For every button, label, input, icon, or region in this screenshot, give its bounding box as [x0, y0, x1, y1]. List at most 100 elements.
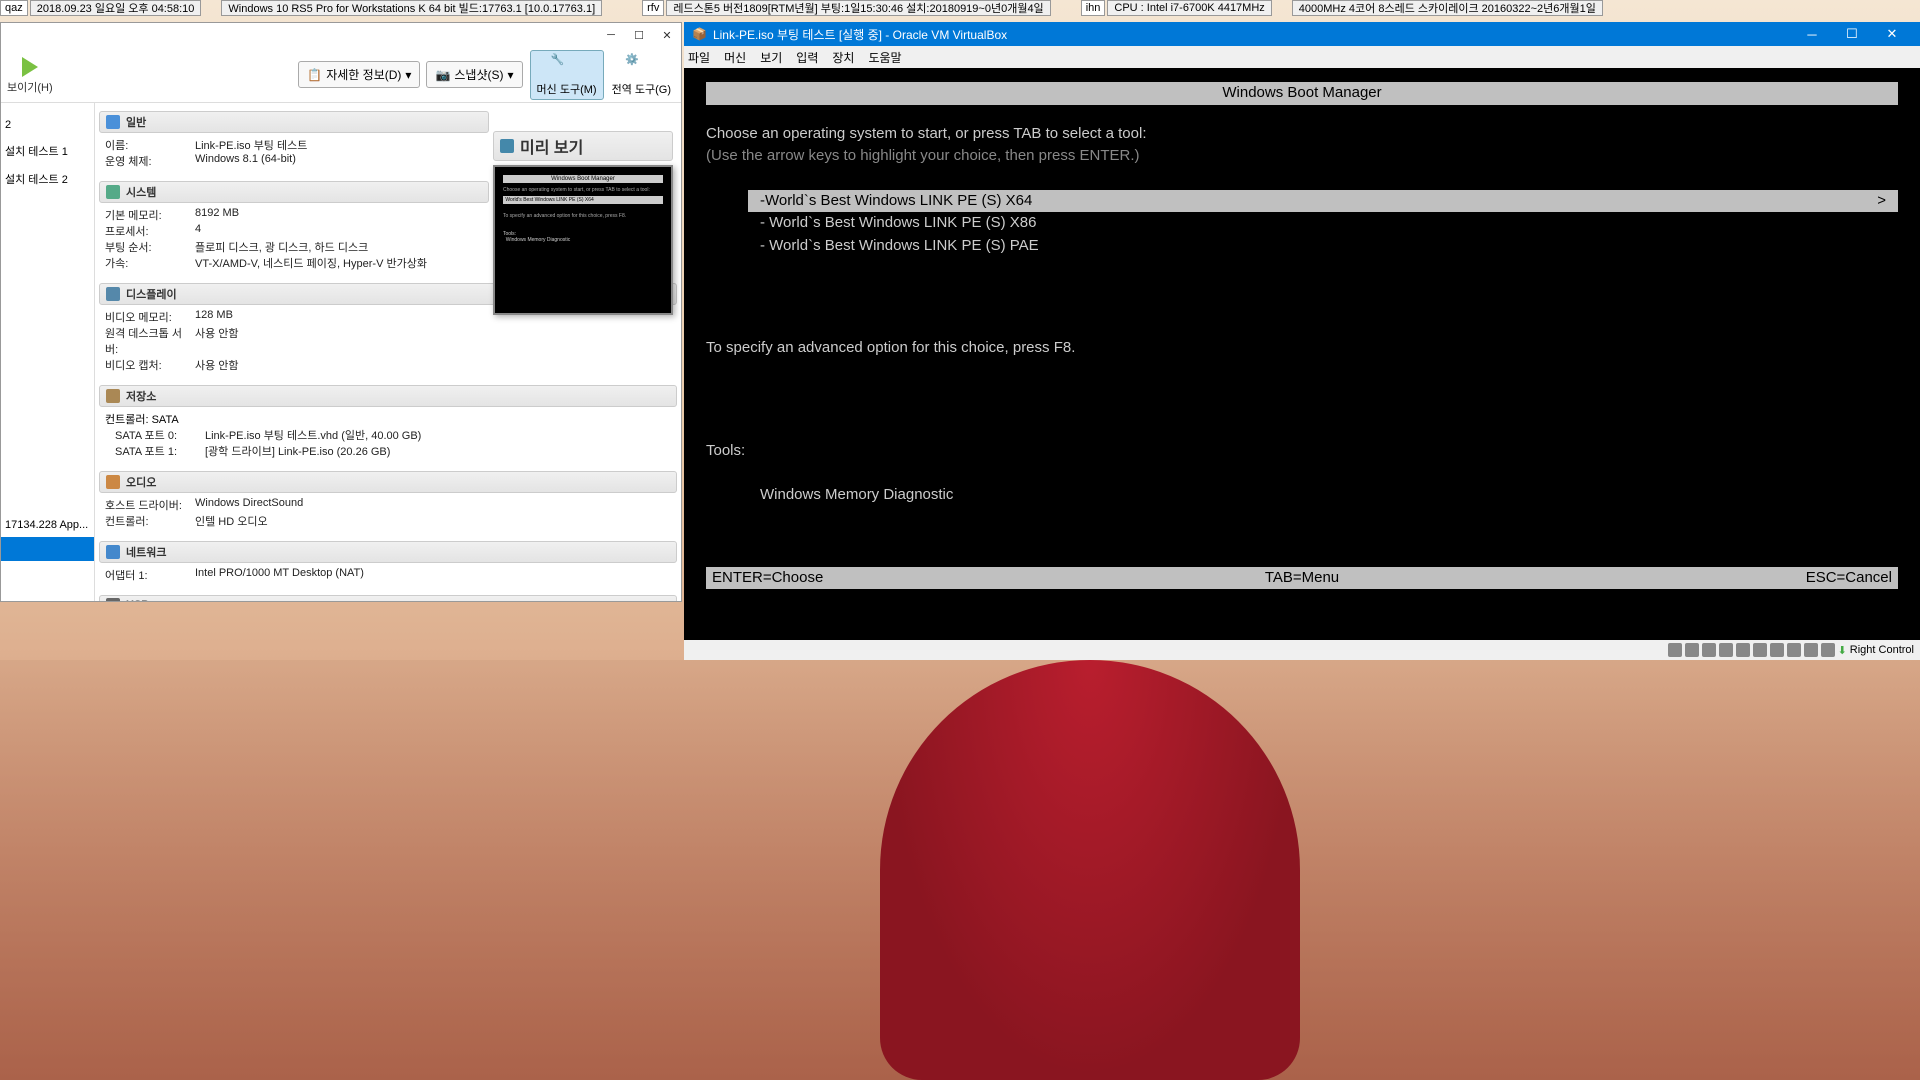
- sidebar-item-selected[interactable]: [1, 537, 94, 561]
- kv-key: 프로세서:: [105, 223, 195, 239]
- sidebar-item-1[interactable]: 설치 테스트 1: [1, 137, 94, 165]
- status-optical-icon[interactable]: [1685, 643, 1699, 657]
- infobar-label-0: qaz: [0, 0, 28, 16]
- boot-option-1[interactable]: - World`s Best Windows LINK PE (S) X86: [748, 212, 1898, 235]
- section-title: 시스템: [126, 184, 156, 200]
- start-vm-button[interactable]: 보이기(H): [7, 55, 53, 95]
- section-general[interactable]: 일반: [99, 111, 489, 133]
- storage-controller: 컨트롤러: SATA: [105, 411, 671, 427]
- status-usb-icon[interactable]: [1736, 643, 1750, 657]
- sidebar-item-3[interactable]: 17134.228 App...: [1, 513, 94, 537]
- storage-icon: [106, 389, 120, 403]
- menu-machine[interactable]: 머신: [724, 49, 746, 66]
- menu-help[interactable]: 도움말: [868, 49, 901, 66]
- vm-close-button[interactable]: ✕: [1872, 22, 1912, 46]
- boot-tools-label: Tools:: [706, 440, 1898, 463]
- kv-val: Windows 8.1 (64-bit): [195, 153, 483, 169]
- kv-key: 비디오 메모리:: [105, 309, 195, 325]
- vm-guest-screen[interactable]: Windows Boot Manager Choose an operating…: [684, 68, 1920, 640]
- status-mouse-icon[interactable]: [1821, 643, 1835, 657]
- infobar-label-2: rfv: [642, 0, 664, 16]
- vm-menubar: 파일 머신 보기 입력 장치 도움말: [684, 46, 1920, 68]
- vm-maximize-button[interactable]: ☐: [1832, 22, 1872, 46]
- menu-devices[interactable]: 장치: [832, 49, 854, 66]
- details-icon: 📋: [307, 68, 322, 82]
- status-recording-icon[interactable]: [1787, 643, 1801, 657]
- kv-key: 기본 메모리:: [105, 207, 195, 223]
- status-display-icon[interactable]: [1770, 643, 1784, 657]
- boot-option-2[interactable]: - World`s Best Windows LINK PE (S) PAE: [748, 235, 1898, 258]
- vm-window: 📦 Link-PE.iso 부팅 테스트 [실행 중] - Oracle VM …: [684, 22, 1920, 660]
- kv-val: 사용 안함: [195, 357, 671, 373]
- boot-tool-0[interactable]: Windows Memory Diagnostic: [748, 484, 1898, 507]
- sidebar-item-2[interactable]: 설치 테스트 2: [1, 165, 94, 193]
- menu-input[interactable]: 입력: [796, 49, 818, 66]
- global-tools-label: 전역 도구(G): [612, 81, 671, 97]
- snapshots-button[interactable]: 📷 스냅샷(S) ▾: [426, 61, 522, 88]
- section-title: 오디오: [126, 474, 156, 490]
- boot-instruction-2: (Use the arrow keys to highlight your ch…: [706, 145, 1898, 168]
- kv-val: Link-PE.iso 부팅 테스트: [195, 137, 483, 153]
- preview-thumbnail[interactable]: Windows Boot Manager Choose an operating…: [493, 165, 673, 315]
- kv-key: SATA 포트 0:: [115, 427, 205, 443]
- kv-key: 원격 데스크톱 서버:: [105, 325, 195, 357]
- section-system[interactable]: 시스템: [99, 181, 489, 203]
- system-icon: [106, 185, 120, 199]
- network-icon: [106, 545, 120, 559]
- infobar-3: CPU : Intel i7-6700K 4417MHz: [1107, 0, 1271, 16]
- keyboard-down-icon: ⬇: [1838, 644, 1847, 657]
- kv-key: 부팅 순서:: [105, 239, 195, 255]
- kv-val: [광학 드라이브] Link-PE.iso (20.26 GB): [205, 443, 671, 459]
- kv-key: 이름:: [105, 137, 195, 153]
- infobar-4: 4000MHz 4코어 8스레드 스카이레이크 20160322~2년6개월1일: [1292, 0, 1603, 16]
- kv-val: 플로피 디스크, 광 디스크, 하드 디스크: [195, 239, 483, 255]
- status-shared-icon[interactable]: [1753, 643, 1767, 657]
- vm-list-sidebar: 2 설치 테스트 1 설치 테스트 2 17134.228 App...: [1, 103, 95, 601]
- snapshot-icon: 📷: [435, 68, 450, 82]
- kv-val: 사용 안함: [195, 325, 671, 357]
- menu-file[interactable]: 파일: [688, 49, 710, 66]
- display-icon: [106, 287, 120, 301]
- kv-val: Link-PE.iso 부팅 테스트.vhd (일반, 40.00 GB): [205, 427, 671, 443]
- host-key-label[interactable]: Right Control: [1850, 644, 1914, 656]
- snapshots-label: 스냅샷(S): [454, 66, 503, 83]
- vm-titlebar[interactable]: 📦 Link-PE.iso 부팅 테스트 [실행 중] - Oracle VM …: [684, 22, 1920, 46]
- details-button[interactable]: 📋 자세한 정보(D) ▾: [298, 61, 420, 88]
- boot-option-0[interactable]: - World`s Best Windows LINK PE (S) X64>: [748, 190, 1898, 213]
- section-storage[interactable]: 저장소: [99, 385, 677, 407]
- vm-minimize-button[interactable]: ─: [1792, 22, 1832, 46]
- infobar-2: 레드스톤5 버전1809[RTM년월] 부팅:1일15:30:46 설치:201…: [666, 0, 1050, 16]
- boot-footer: ENTER=Choose TAB=Menu ESC=Cancel: [706, 567, 1898, 590]
- section-title: 네트워크: [126, 544, 166, 560]
- menu-view[interactable]: 보기: [760, 49, 782, 66]
- sidebar-item-0[interactable]: 2: [1, 113, 94, 137]
- vm-window-title: Link-PE.iso 부팅 테스트 [실행 중] - Oracle VM Vi…: [713, 26, 1792, 43]
- section-audio[interactable]: 오디오: [99, 471, 677, 493]
- minimize-button[interactable]: ─: [605, 29, 617, 41]
- infobar-label-3: ihn: [1081, 0, 1106, 16]
- vbox-titlebar[interactable]: ─ ☐ ✕: [1, 23, 681, 47]
- status-cpu-icon[interactable]: [1804, 643, 1818, 657]
- section-usb[interactable]: USB: [99, 595, 677, 601]
- section-preview[interactable]: 미리 보기: [493, 131, 673, 161]
- kv-key: 호스트 드라이버:: [105, 497, 195, 513]
- boot-manager-title: Windows Boot Manager: [706, 82, 1898, 105]
- maximize-button[interactable]: ☐: [633, 29, 645, 41]
- kv-key: 어댑터 1:: [105, 567, 195, 583]
- status-network-icon[interactable]: [1719, 643, 1733, 657]
- boot-f8-hint: To specify an advanced option for this c…: [706, 337, 1898, 360]
- close-button[interactable]: ✕: [661, 29, 673, 41]
- usb-icon: [106, 598, 120, 601]
- global-tools-button[interactable]: ⚙️ 전역 도구(G): [612, 53, 671, 97]
- kv-key: 운영 체제:: [105, 153, 195, 169]
- boot-option-label: World`s Best Windows LINK PE (S) X64: [765, 190, 1877, 213]
- boot-option-label: World`s Best Windows LINK PE (S) PAE: [769, 237, 1039, 254]
- section-title: 저장소: [126, 388, 156, 404]
- machine-tools-button[interactable]: 🔧 머신 도구(M): [530, 50, 604, 100]
- kv-key: SATA 포트 1:: [115, 443, 205, 459]
- wallpaper-figure: [880, 660, 1300, 1080]
- section-network[interactable]: 네트워크: [99, 541, 677, 563]
- desktop-info-bars: qaz 2018.09.23 일요일 오후 04:58:10 Windows 1…: [0, 0, 1920, 16]
- status-audio-icon[interactable]: [1702, 643, 1716, 657]
- status-hdd-icon[interactable]: [1668, 643, 1682, 657]
